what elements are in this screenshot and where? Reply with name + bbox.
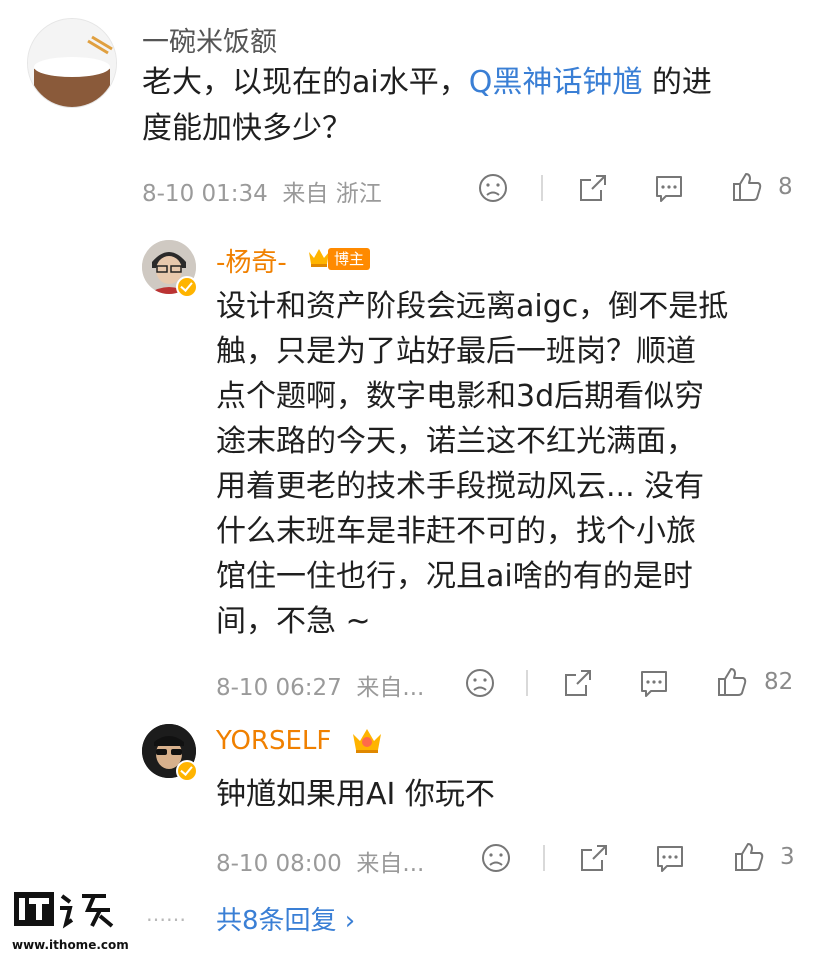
avatar[interactable] [27,18,117,108]
comment-icon[interactable] [637,666,671,700]
reply-text-line: 触，只是为了站好最后一班岗？顺道 [216,334,696,369]
username[interactable]: -杨奇- [216,242,287,279]
watermark-logo [14,888,126,932]
comment-icon[interactable] [652,171,686,205]
divider [543,845,545,871]
like-thumb-icon[interactable] [732,840,766,874]
time: 8-10 01:34 [142,181,268,207]
more-replies-link[interactable]: 共8条回复 › [216,900,355,937]
timestamp: 8-10 06:27 来自... [216,668,424,702]
location: 来自 浙江 [282,181,382,207]
reply-text-line: 途末路的今天，诺兰这不红光满面， [216,424,696,459]
badge-label: 博主 [333,250,364,268]
dislike-face-icon[interactable] [476,171,510,205]
crown-icon [350,724,384,756]
reply-text: 钟馗如果用AI 你玩不 [216,777,495,812]
location: 来自... [356,851,425,877]
reply-text-line: 用着更老的技术手段搅动风云... 没有 [216,469,705,504]
comment-text: 老大，以现在的ai水平，Q黑神话钟馗 的进 [142,60,802,105]
reply-text: 设计和资产阶段会远离aigc，倒不是抵 触，只是为了站好最后一班岗？顺道 点个题… [216,284,806,644]
like-thumb-icon[interactable] [715,665,749,699]
watermark-url: www.ithome.com [12,938,129,952]
like-count: 82 [764,669,794,695]
time: 8-10 06:27 [216,675,342,701]
comment-text-part: 老大，以现在的ai水平， [142,65,469,100]
reply-text-line: 设计和资产阶段会远离aigc，倒不是抵 [216,289,729,324]
topic-link[interactable]: Q黑神话钟馗 [469,65,643,100]
timestamp: 8-10 01:34 来自 浙江 [142,174,382,208]
share-icon[interactable] [576,171,610,205]
blogger-badge: 博主 [328,248,370,270]
reply-text-line: 间，不急 ~ [216,604,371,639]
dislike-face-icon[interactable] [463,666,497,700]
share-icon[interactable] [561,666,595,700]
username[interactable]: 一碗米饭额 [142,20,277,59]
reply-text-line: 馆住一住也行，况且ai啥的有的是时 [216,559,693,594]
like-thumb-icon[interactable] [730,170,764,204]
reply-text-line: 点个题啊，数字电影和3d后期看似穷 [216,379,705,414]
comment-text-part: 的进 [642,65,712,100]
like-count: 3 [780,844,795,870]
dislike-face-icon[interactable] [479,841,513,875]
ellipsis-dots: …… [146,902,186,926]
verified-icon [176,276,198,298]
verified-icon [176,760,198,782]
comment-icon[interactable] [653,841,687,875]
comment-text-line: 度能加快多少？ [142,111,352,146]
username[interactable]: YORSELF [216,726,331,756]
reply-text-line: 什么末班车是非赶不可的，找个小旅 [216,514,696,549]
divider [541,175,543,201]
time: 8-10 08:00 [216,851,342,877]
share-icon[interactable] [577,841,611,875]
divider [526,670,528,696]
timestamp: 8-10 08:00 来自... [216,844,424,878]
location: 来自... [356,675,425,701]
like-count: 8 [778,174,793,200]
